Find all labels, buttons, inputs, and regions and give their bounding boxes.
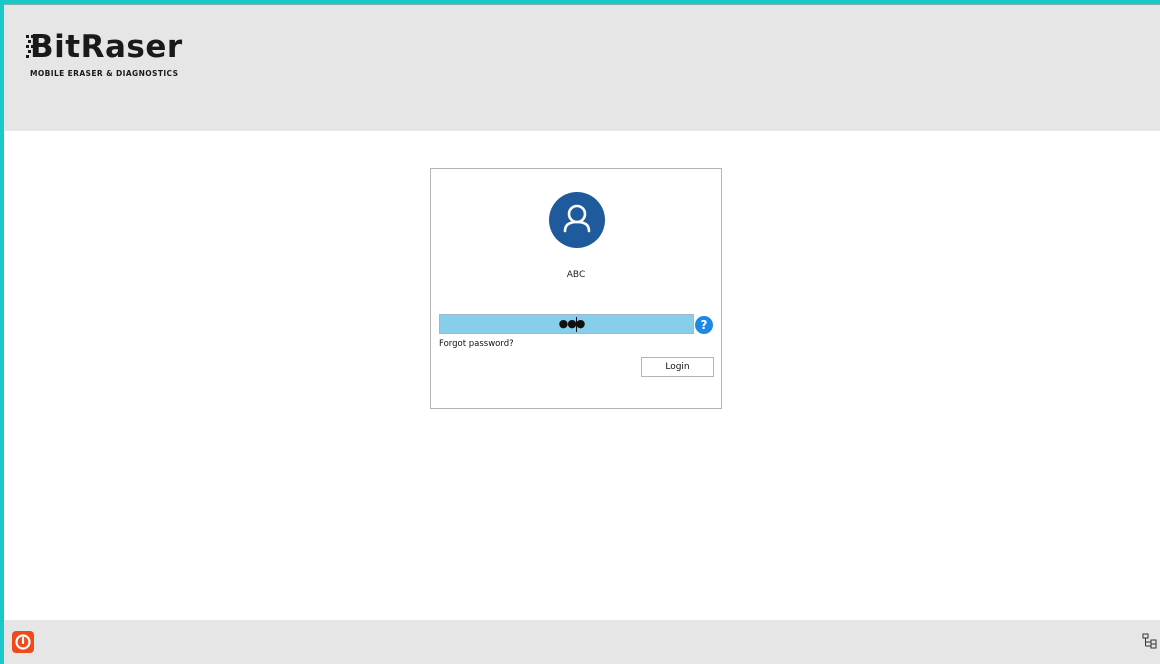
password-value: ●●● <box>558 317 586 330</box>
forgot-password-link[interactable]: Forgot password? <box>439 339 514 349</box>
power-icon[interactable] <box>12 631 34 653</box>
login-button[interactable]: Login <box>641 357 714 377</box>
logo-subtitle: MOBILE ERASER & DIAGNOSTICS <box>30 69 179 78</box>
network-icon[interactable] <box>1142 633 1158 649</box>
footer-bar <box>4 620 1160 664</box>
help-icon[interactable]: ? <box>695 316 713 334</box>
username-label: ABC <box>566 270 586 280</box>
user-icon <box>549 192 605 248</box>
text-caret <box>576 317 577 332</box>
bitraser-logo: BitRaser MOBILE ERASER & DIAGNOSTICS <box>26 27 236 87</box>
header-bar: BitRaser MOBILE ERASER & DIAGNOSTICS <box>4 4 1160 131</box>
app-window: BitRaser MOBILE ERASER & DIAGNOSTICS ABC… <box>0 0 1160 664</box>
main-content: ABC ●●● ? Forgot password? Login <box>4 131 1160 620</box>
login-card: ABC ●●● ? Forgot password? Login <box>430 168 722 409</box>
password-input[interactable]: ●●● <box>439 314 694 334</box>
logo-text: BitRaser <box>30 29 183 65</box>
